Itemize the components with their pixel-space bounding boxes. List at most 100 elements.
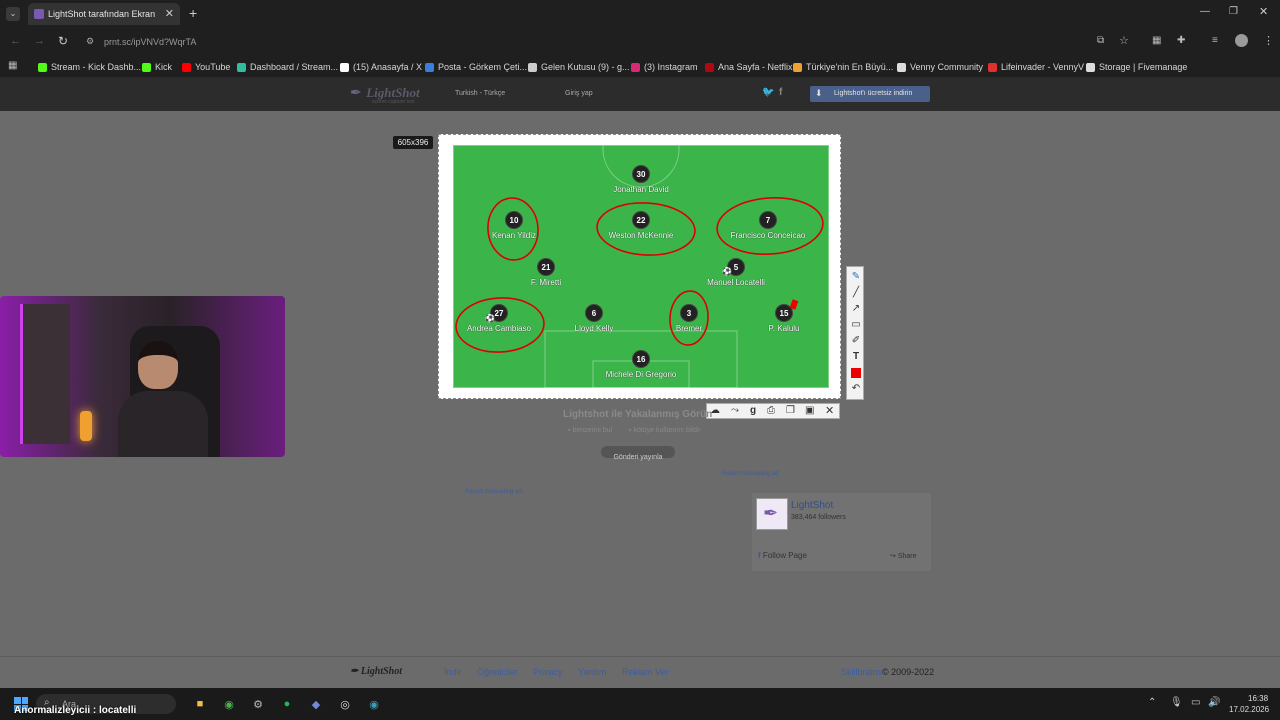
- bookmark-item[interactable]: Storage | Fivemanage: [1086, 60, 1187, 74]
- forward-icon[interactable]: →: [34, 35, 45, 47]
- bookmark-item[interactable]: (3) Instagram: [631, 60, 698, 74]
- bookmark-icon: [988, 62, 997, 72]
- facebook-widget: ✒ LightShot 383,464 followers f Follow P…: [752, 493, 931, 571]
- bookmark-item[interactable]: Posta - Görkem Çeti...: [425, 60, 527, 74]
- extensions-puzzle-icon[interactable]: ✚: [1177, 35, 1185, 46]
- obs-icon[interactable]: ◎: [335, 694, 355, 714]
- bookmark-star-icon[interactable]: ☆: [1119, 34, 1129, 47]
- fb-page-avatar[interactable]: ✒: [756, 498, 788, 530]
- close-capture-icon[interactable]: ✕: [825, 404, 834, 417]
- arrow-tool-icon[interactable]: ↗: [847, 301, 865, 316]
- tab-active[interactable]: LightShot tarafından Ekran Gör... ✕: [28, 3, 180, 25]
- google-search-icon[interactable]: g: [750, 405, 756, 416]
- volume-icon[interactable]: 🔊: [1208, 697, 1220, 708]
- bookmark-item[interactable]: Dashboard / Stream...: [237, 60, 338, 74]
- discord-icon[interactable]: ◆: [306, 694, 326, 714]
- install-app-icon[interactable]: ⧉: [1097, 35, 1104, 46]
- site-logo[interactable]: ✒ LightShot screen capture tool: [350, 84, 420, 105]
- print-icon[interactable]: ⎙: [767, 405, 775, 416]
- site-header: ✒ LightShot screen capture tool Turkish …: [0, 78, 1280, 111]
- find-similar-link[interactable]: ▪ benzerini bul: [568, 427, 612, 434]
- bookmark-item[interactable]: Stream - Kick Dashb...: [38, 60, 141, 74]
- webcam-shelf: [20, 304, 70, 444]
- facebook-icon[interactable]: f: [779, 87, 782, 98]
- media-controls-icon[interactable]: ≡: [1212, 35, 1218, 46]
- report-ad-link[interactable]: Report misleading ad: [722, 471, 779, 477]
- bookmark-item[interactable]: Kick: [142, 60, 172, 74]
- bookmark-icon: [142, 62, 151, 72]
- download-button[interactable]: ⬇ Lightshot'ı ücretsiz indirin: [810, 86, 930, 102]
- bookmark-item[interactable]: Ana Sayfa - Netflix: [705, 60, 793, 74]
- new-tab-button[interactable]: +: [189, 5, 197, 21]
- marker-tool-icon[interactable]: ✐: [847, 333, 865, 348]
- close-window-button[interactable]: ✕: [1259, 5, 1268, 18]
- player-marker[interactable]: 16 Michele Di Gregorio: [581, 350, 701, 379]
- site-info-icon[interactable]: ⚙: [86, 36, 94, 47]
- player-marker[interactable]: 15 P. Kalulu: [724, 304, 844, 333]
- player-marker[interactable]: 30 Jonathan David: [581, 165, 701, 194]
- feather-icon: ✒: [763, 503, 779, 523]
- site-footer: ✒ LightShot İndir Öğreticiler Privacy Ya…: [0, 656, 1280, 688]
- tab-close-icon[interactable]: ✕: [165, 7, 174, 20]
- fb-share-button[interactable]: ↪ Share: [890, 552, 917, 560]
- player-marker[interactable]: 10 Kenan Yildiz: [454, 211, 574, 240]
- login-link[interactable]: Giriş yap: [565, 90, 593, 97]
- chrome-icon[interactable]: ◉: [219, 694, 239, 714]
- bookmark-item[interactable]: Gelen Kutusu (9) - g...: [528, 60, 630, 74]
- tweet-button[interactable]: Gönderi yayınla: [601, 446, 675, 461]
- footer-link[interactable]: İndir: [444, 667, 462, 677]
- line-tool-icon[interactable]: ╱: [847, 285, 865, 300]
- bookmark-item[interactable]: YouTube: [182, 60, 230, 74]
- bookmark-item[interactable]: Türkiye'nin En Büyü...: [793, 60, 893, 74]
- player-marker[interactable]: 21 F. Miretti: [486, 258, 606, 287]
- restore-button[interactable]: ❐: [1229, 6, 1238, 17]
- player-marker[interactable]: 7 Francisco Conceicao: [708, 211, 828, 240]
- color-picker[interactable]: [847, 365, 865, 380]
- share-icon[interactable]: ⤳: [731, 405, 739, 416]
- footer-logo[interactable]: ✒ LightShot: [350, 666, 402, 677]
- reload-icon[interactable]: ↻: [58, 34, 68, 48]
- file-explorer-icon[interactable]: ■: [190, 694, 210, 714]
- extension-icon[interactable]: ▦: [1152, 35, 1161, 46]
- app-icon[interactable]: ◉: [364, 694, 384, 714]
- footer-link[interactable]: Yardım: [578, 667, 606, 677]
- text-tool-icon[interactable]: T: [847, 349, 865, 364]
- profile-avatar[interactable]: [1235, 34, 1248, 47]
- save-icon[interactable]: ▣: [805, 405, 814, 416]
- bookmark-item[interactable]: (15) Anasayfa / X: [340, 60, 422, 74]
- language-selector[interactable]: Turkish - Türkçe: [455, 90, 505, 97]
- address-bar[interactable]: ⚙ prnt.sc/ipVNVd?WqrTA: [80, 32, 1140, 52]
- microphone-icon[interactable]: 🎙: [1170, 697, 1183, 708]
- undo-icon[interactable]: ↶: [847, 381, 865, 396]
- capture-frame[interactable]: 30 Jonathan David 10 Kenan Yildiz 22 Weston…: [438, 134, 841, 399]
- edit-tools-panel: ✎ ╱ ↗ ▭ ✐ T ↶: [846, 266, 864, 400]
- footer-link[interactable]: Reklam Ver: [622, 667, 669, 677]
- report-abuse-link[interactable]: ▪ kötüye kullanımı bildir: [629, 427, 701, 434]
- player-marker[interactable]: 22 Weston McKennie: [581, 211, 701, 240]
- footer-brand-link[interactable]: Skillbrains: [841, 667, 882, 677]
- player-marker[interactable]: 5 Manuel Locatelli: [676, 258, 796, 287]
- bookmark-item[interactable]: Lifeinvader - VennyV: [988, 60, 1084, 74]
- apps-grid-icon[interactable]: ▦: [8, 60, 17, 71]
- back-icon[interactable]: ←: [10, 35, 21, 47]
- rectangle-tool-icon[interactable]: ▭: [847, 317, 865, 332]
- steam-icon[interactable]: ⚙: [248, 694, 268, 714]
- network-icon[interactable]: ▭: [1191, 697, 1200, 708]
- fb-page-name[interactable]: LightShot: [791, 500, 833, 511]
- spotify-icon[interactable]: ●: [277, 694, 297, 714]
- webcam-lamp: [80, 411, 92, 441]
- tray-chevron-icon[interactable]: ⌃: [1148, 697, 1156, 708]
- minimize-button[interactable]: —: [1200, 6, 1210, 17]
- twitter-icon[interactable]: 🐦: [762, 87, 774, 98]
- footer-link[interactable]: Öğreticiler: [477, 667, 518, 677]
- report-ad-link[interactable]: Report misleading ad: [465, 489, 522, 495]
- clock-date[interactable]: 17.02.2026: [1229, 705, 1269, 714]
- clock-time[interactable]: 16:38: [1248, 694, 1268, 703]
- bookmark-item[interactable]: Venny Community: [897, 60, 983, 74]
- footer-link[interactable]: Privacy: [533, 667, 563, 677]
- tab-search-button[interactable]: ⌄: [6, 7, 20, 21]
- copy-icon[interactable]: ❐: [786, 405, 795, 416]
- fb-follow-button[interactable]: f Follow Page: [758, 551, 807, 560]
- pen-tool-icon[interactable]: ✎: [847, 269, 865, 284]
- menu-kebab-icon[interactable]: ⋮: [1263, 34, 1274, 47]
